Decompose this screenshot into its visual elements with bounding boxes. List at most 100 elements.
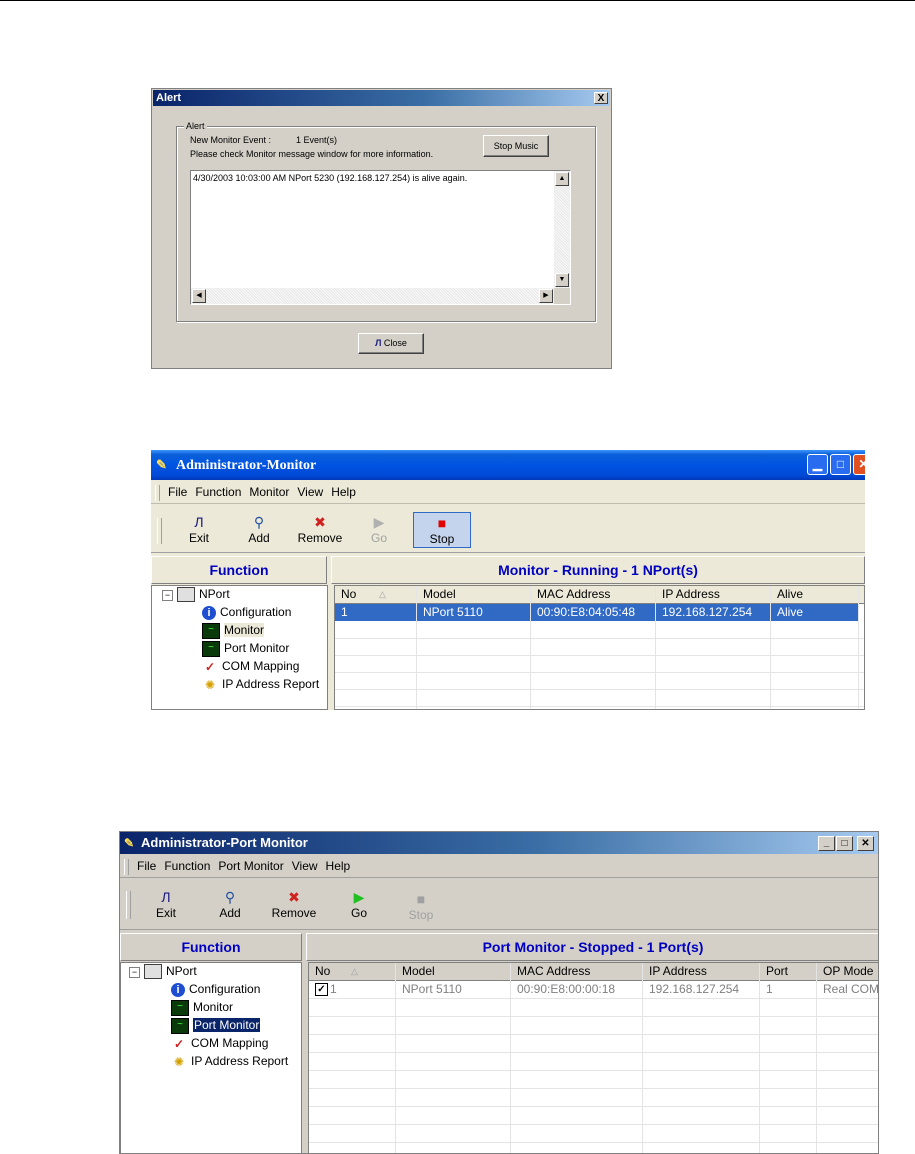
column-header-label: No <box>341 587 357 601</box>
column-header-mac[interactable]: MAC Address <box>531 586 656 604</box>
minimize-icon[interactable]: ▁ <box>807 454 828 475</box>
exit-button[interactable]: Л Exit <box>148 889 184 920</box>
scroll-left-icon[interactable]: ◀ <box>192 289 206 303</box>
cell-model: NPort 5110 <box>417 604 531 622</box>
cell-mac: 00:90:E8:04:05:48 <box>531 604 656 622</box>
scroll-up-icon[interactable]: ▲ <box>555 172 569 186</box>
function-tree: − NPort i Configuration ~ Monitor ~ Port Mon… <box>151 585 328 710</box>
port-monitor-icon: ~ <box>171 1018 189 1034</box>
grid-hline <box>335 655 864 656</box>
column-header-mac[interactable]: MAC Address <box>511 963 643 981</box>
menu-port-monitor[interactable]: Port Monitor <box>218 855 283 877</box>
menu-view[interactable]: View <box>292 855 318 877</box>
add-button[interactable]: ⚲ Add <box>241 514 277 545</box>
close-button[interactable]: Л Close <box>358 333 424 354</box>
stop-label: Stop <box>408 908 434 922</box>
go-icon: ▶ <box>373 514 385 530</box>
go-label: Go <box>370 531 387 545</box>
tree-item-port-monitor[interactable]: ~ Port Monitor <box>171 1018 261 1034</box>
table-row[interactable]: 1 NPort 5110 00:90:E8:04:05:48 192.168.1… <box>335 604 859 622</box>
scroll-right-icon[interactable]: ▶ <box>539 289 553 303</box>
monitor-toolbar: Л Exit ⚲ Add ✖ Remove ▶ Go ■ Stop <box>151 508 865 553</box>
tree-item-com-mapping[interactable]: ✓ COM Mapping <box>171 1036 268 1051</box>
column-header-port[interactable]: Port <box>760 963 817 981</box>
grid-hline <box>335 706 864 707</box>
scroll-down-icon[interactable]: ▼ <box>555 273 569 287</box>
grid-vline <box>759 963 760 1153</box>
com-mapping-icon: ✓ <box>173 1036 185 1051</box>
stop-icon: ■ <box>437 515 447 531</box>
tree-item-configuration[interactable]: i Configuration <box>171 982 260 997</box>
column-header-ip[interactable]: IP Address <box>643 963 760 981</box>
column-header-ip[interactable]: IP Address <box>656 586 771 604</box>
column-header-label: No <box>315 964 331 978</box>
maximize-icon[interactable]: □ <box>830 454 851 475</box>
grid-vline <box>395 963 396 1153</box>
column-header-model[interactable]: Model <box>417 586 531 604</box>
menu-help[interactable]: Help <box>331 481 356 503</box>
collapse-icon[interactable]: − <box>162 590 173 601</box>
cell-alive: Alive <box>771 604 859 622</box>
tree-item-ip-address-report[interactable]: ✺ IP Address Report <box>202 677 319 692</box>
menu-monitor[interactable]: Monitor <box>249 481 289 503</box>
tree-item-monitor[interactable]: ~ Monitor <box>202 623 265 639</box>
menu-help[interactable]: Help <box>326 855 351 877</box>
menu-function[interactable]: Function <box>164 855 210 877</box>
grid-hline <box>335 638 864 639</box>
alert-dialog: Alert X Alert New Monitor Event : 1 Even… <box>151 88 612 369</box>
stop-button[interactable]: ■ Stop <box>413 512 471 548</box>
tree-item-configuration[interactable]: i Configuration <box>202 605 291 620</box>
go-button[interactable]: ▶ Go <box>346 889 372 920</box>
maximize-icon[interactable]: □ <box>836 836 853 851</box>
remove-button[interactable]: ✖ Remove <box>267 889 321 920</box>
tree-item-ip-address-report[interactable]: ✺ IP Address Report <box>171 1054 288 1069</box>
stop-music-button[interactable]: Stop Music <box>483 135 549 157</box>
menu-file[interactable]: File <box>168 481 187 503</box>
tree-item-label: Monitor <box>193 1000 234 1015</box>
menu-function[interactable]: Function <box>195 481 241 503</box>
grid-hline <box>309 1016 878 1017</box>
add-button[interactable]: ⚲ Add <box>212 889 248 920</box>
horizontal-scrollbar[interactable]: ◀ ▶ <box>191 288 554 304</box>
monitor-graph-icon: ~ <box>202 623 220 639</box>
alert-close-icon[interactable]: X <box>594 92 608 104</box>
add-icon: ⚲ <box>253 514 265 530</box>
nport-device-icon <box>177 587 195 603</box>
exit-button[interactable]: Л Exit <box>181 514 217 545</box>
menu-view[interactable]: View <box>297 481 323 503</box>
column-header-no[interactable]: No △ <box>335 586 417 604</box>
remove-button[interactable]: ✖ Remove <box>295 514 345 545</box>
app-logo-icon: ✎ <box>124 836 135 850</box>
alert-title-bar: Alert <box>153 90 610 106</box>
toolbar-grip <box>157 518 162 544</box>
message-box[interactable]: 4/30/2003 10:03:00 AM NPort 5230 (192.16… <box>190 170 571 305</box>
menu-file[interactable]: File <box>137 855 156 877</box>
tree-item-com-mapping[interactable]: ✓ COM Mapping <box>202 659 299 674</box>
nport-device-icon <box>144 964 162 980</box>
tree-root-nport[interactable]: − NPort <box>129 964 197 980</box>
column-header-no[interactable]: No △ <box>309 963 396 981</box>
checkbox-checked-icon[interactable]: ✓ <box>315 983 328 997</box>
column-header-op-mode[interactable]: OP Mode <box>817 963 878 981</box>
tree-item-monitor[interactable]: ~ Monitor <box>171 1000 233 1016</box>
go-button[interactable]: ▶ Go <box>366 514 392 545</box>
stop-icon: ■ <box>416 891 426 907</box>
cell-no-value: 1 <box>330 982 337 996</box>
vertical-scrollbar[interactable]: ▲ ▼ <box>554 171 570 288</box>
collapse-icon[interactable]: − <box>129 967 140 978</box>
tree-root-nport[interactable]: − NPort <box>162 587 230 603</box>
lightbulb-icon: ✺ <box>204 677 216 692</box>
column-header-model[interactable]: Model <box>396 963 511 981</box>
stop-button[interactable]: ■ Stop <box>405 891 437 922</box>
tree-item-port-monitor[interactable]: ~ Port Monitor <box>202 641 289 657</box>
tree-item-label: Port Monitor <box>193 1018 261 1033</box>
minimize-icon[interactable]: _ <box>818 836 835 851</box>
tree-item-label: Monitor <box>224 623 265 638</box>
exit-label: Exit <box>188 531 209 545</box>
close-window-icon[interactable]: ✕ <box>857 836 874 851</box>
function-header: Function <box>151 556 327 584</box>
tree-item-label: Port Monitor <box>224 641 290 656</box>
close-window-icon[interactable]: ✕ <box>853 454 865 475</box>
column-header-alive[interactable]: Alive <box>771 586 859 604</box>
port-monitor-toolbar: Л Exit ⚲ Add ✖ Remove ▶ Go ■ Stop <box>120 881 878 930</box>
